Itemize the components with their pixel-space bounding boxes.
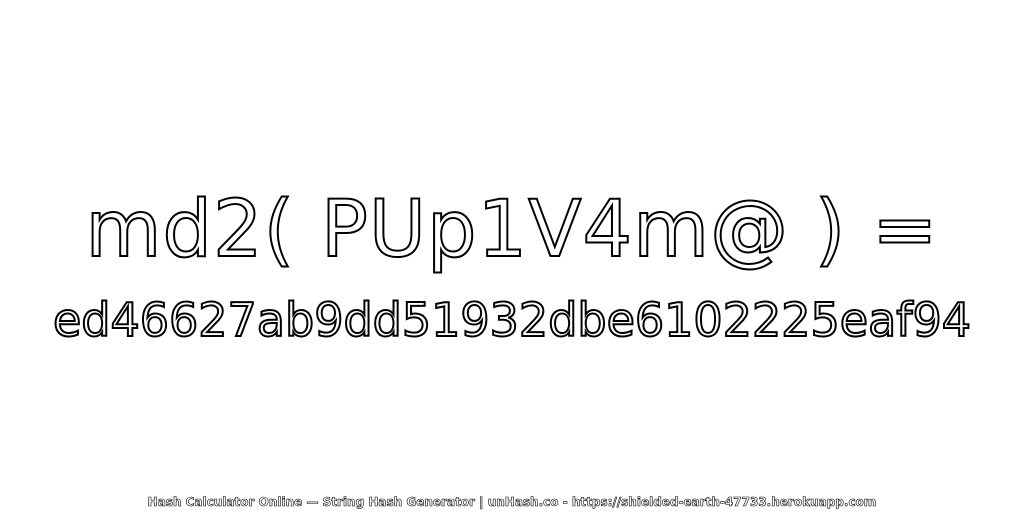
hash-expression: md2( PUp1V4m@ ) = xyxy=(85,184,939,276)
hash-result: ed46627ab9dd51932dbe6102225eaf94 xyxy=(52,292,972,348)
footer-credit: Hash Calculator Online — String Hash Gen… xyxy=(147,495,877,510)
